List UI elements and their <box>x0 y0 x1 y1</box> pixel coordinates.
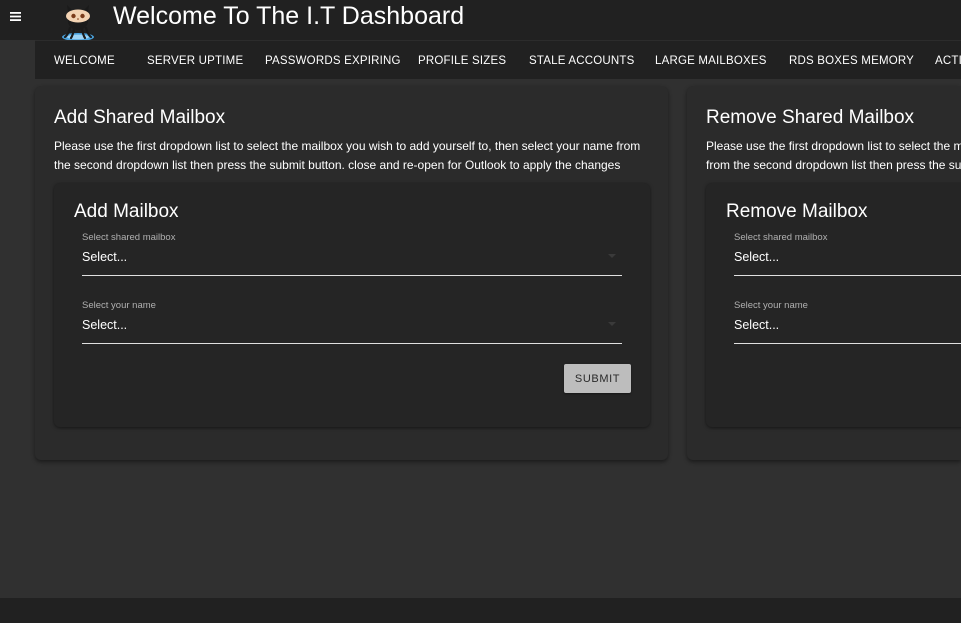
field-value: Select... <box>82 318 128 332</box>
field-label: Select shared mailbox <box>734 232 828 243</box>
field-value: Select... <box>734 250 780 264</box>
tab-large-mailboxes[interactable]: LARGE MAILBOXES <box>655 41 767 79</box>
submit-button[interactable]: SUBMIT <box>564 364 631 393</box>
tab-rds-boxes-memory[interactable]: RDS BOXES MEMORY <box>789 41 914 79</box>
tab-stale-accounts[interactable]: STALE ACCOUNTS <box>529 41 634 79</box>
tab-active[interactable]: ACTIV <box>935 41 961 79</box>
your-name-select[interactable]: Select your name Select... <box>734 300 961 344</box>
field-label: Select your name <box>82 300 156 311</box>
dropdown-arrow-icon <box>608 254 616 258</box>
field-label: Select shared mailbox <box>82 232 176 243</box>
left-gutter <box>0 0 35 598</box>
octocat-logo-icon <box>56 2 100 42</box>
card-description: Please use the first dropdown list to se… <box>54 139 641 172</box>
card-title: Add Shared Mailbox <box>54 107 226 128</box>
field-label: Select your name <box>734 300 808 311</box>
tab-server-uptime[interactable]: SERVER UPTIME <box>147 41 243 79</box>
tab-passwords-expiring[interactable]: PASSWORDS EXPIRING <box>265 41 401 79</box>
dropdown-arrow-icon <box>608 322 616 326</box>
card-title: Remove Shared Mailbox <box>706 107 915 128</box>
field-value: Select... <box>734 318 780 332</box>
footer-bar <box>0 598 961 623</box>
app-header: Welcome To The I.T Dashboard <box>0 0 961 42</box>
tab-profile-sizes[interactable]: PROFILE SIZES <box>418 41 506 79</box>
app-title: Welcome To The I.T Dashboard <box>113 2 465 30</box>
form-title: Add Mailbox <box>74 201 179 222</box>
nav-tabs: WELCOME SERVER UPTIME PASSWORDS EXPIRING… <box>35 40 961 79</box>
your-name-select[interactable]: Select your name Select... <box>82 300 622 344</box>
hamburger-menu-icon[interactable] <box>0 0 30 32</box>
form-title: Remove Mailbox <box>726 201 868 222</box>
remove-shared-mailbox-card: Remove Shared Mailbox Please use the fir… <box>687 86 961 460</box>
tab-welcome[interactable]: WELCOME <box>54 41 115 79</box>
shared-mailbox-select[interactable]: Select shared mailbox Select... <box>734 232 961 276</box>
shared-mailbox-select[interactable]: Select shared mailbox Select... <box>82 232 622 276</box>
card-description: Please use the first dropdown list to se… <box>706 139 961 172</box>
field-value: Select... <box>82 250 128 264</box>
add-shared-mailbox-card: Add Shared Mailbox Please use the first … <box>35 86 668 460</box>
